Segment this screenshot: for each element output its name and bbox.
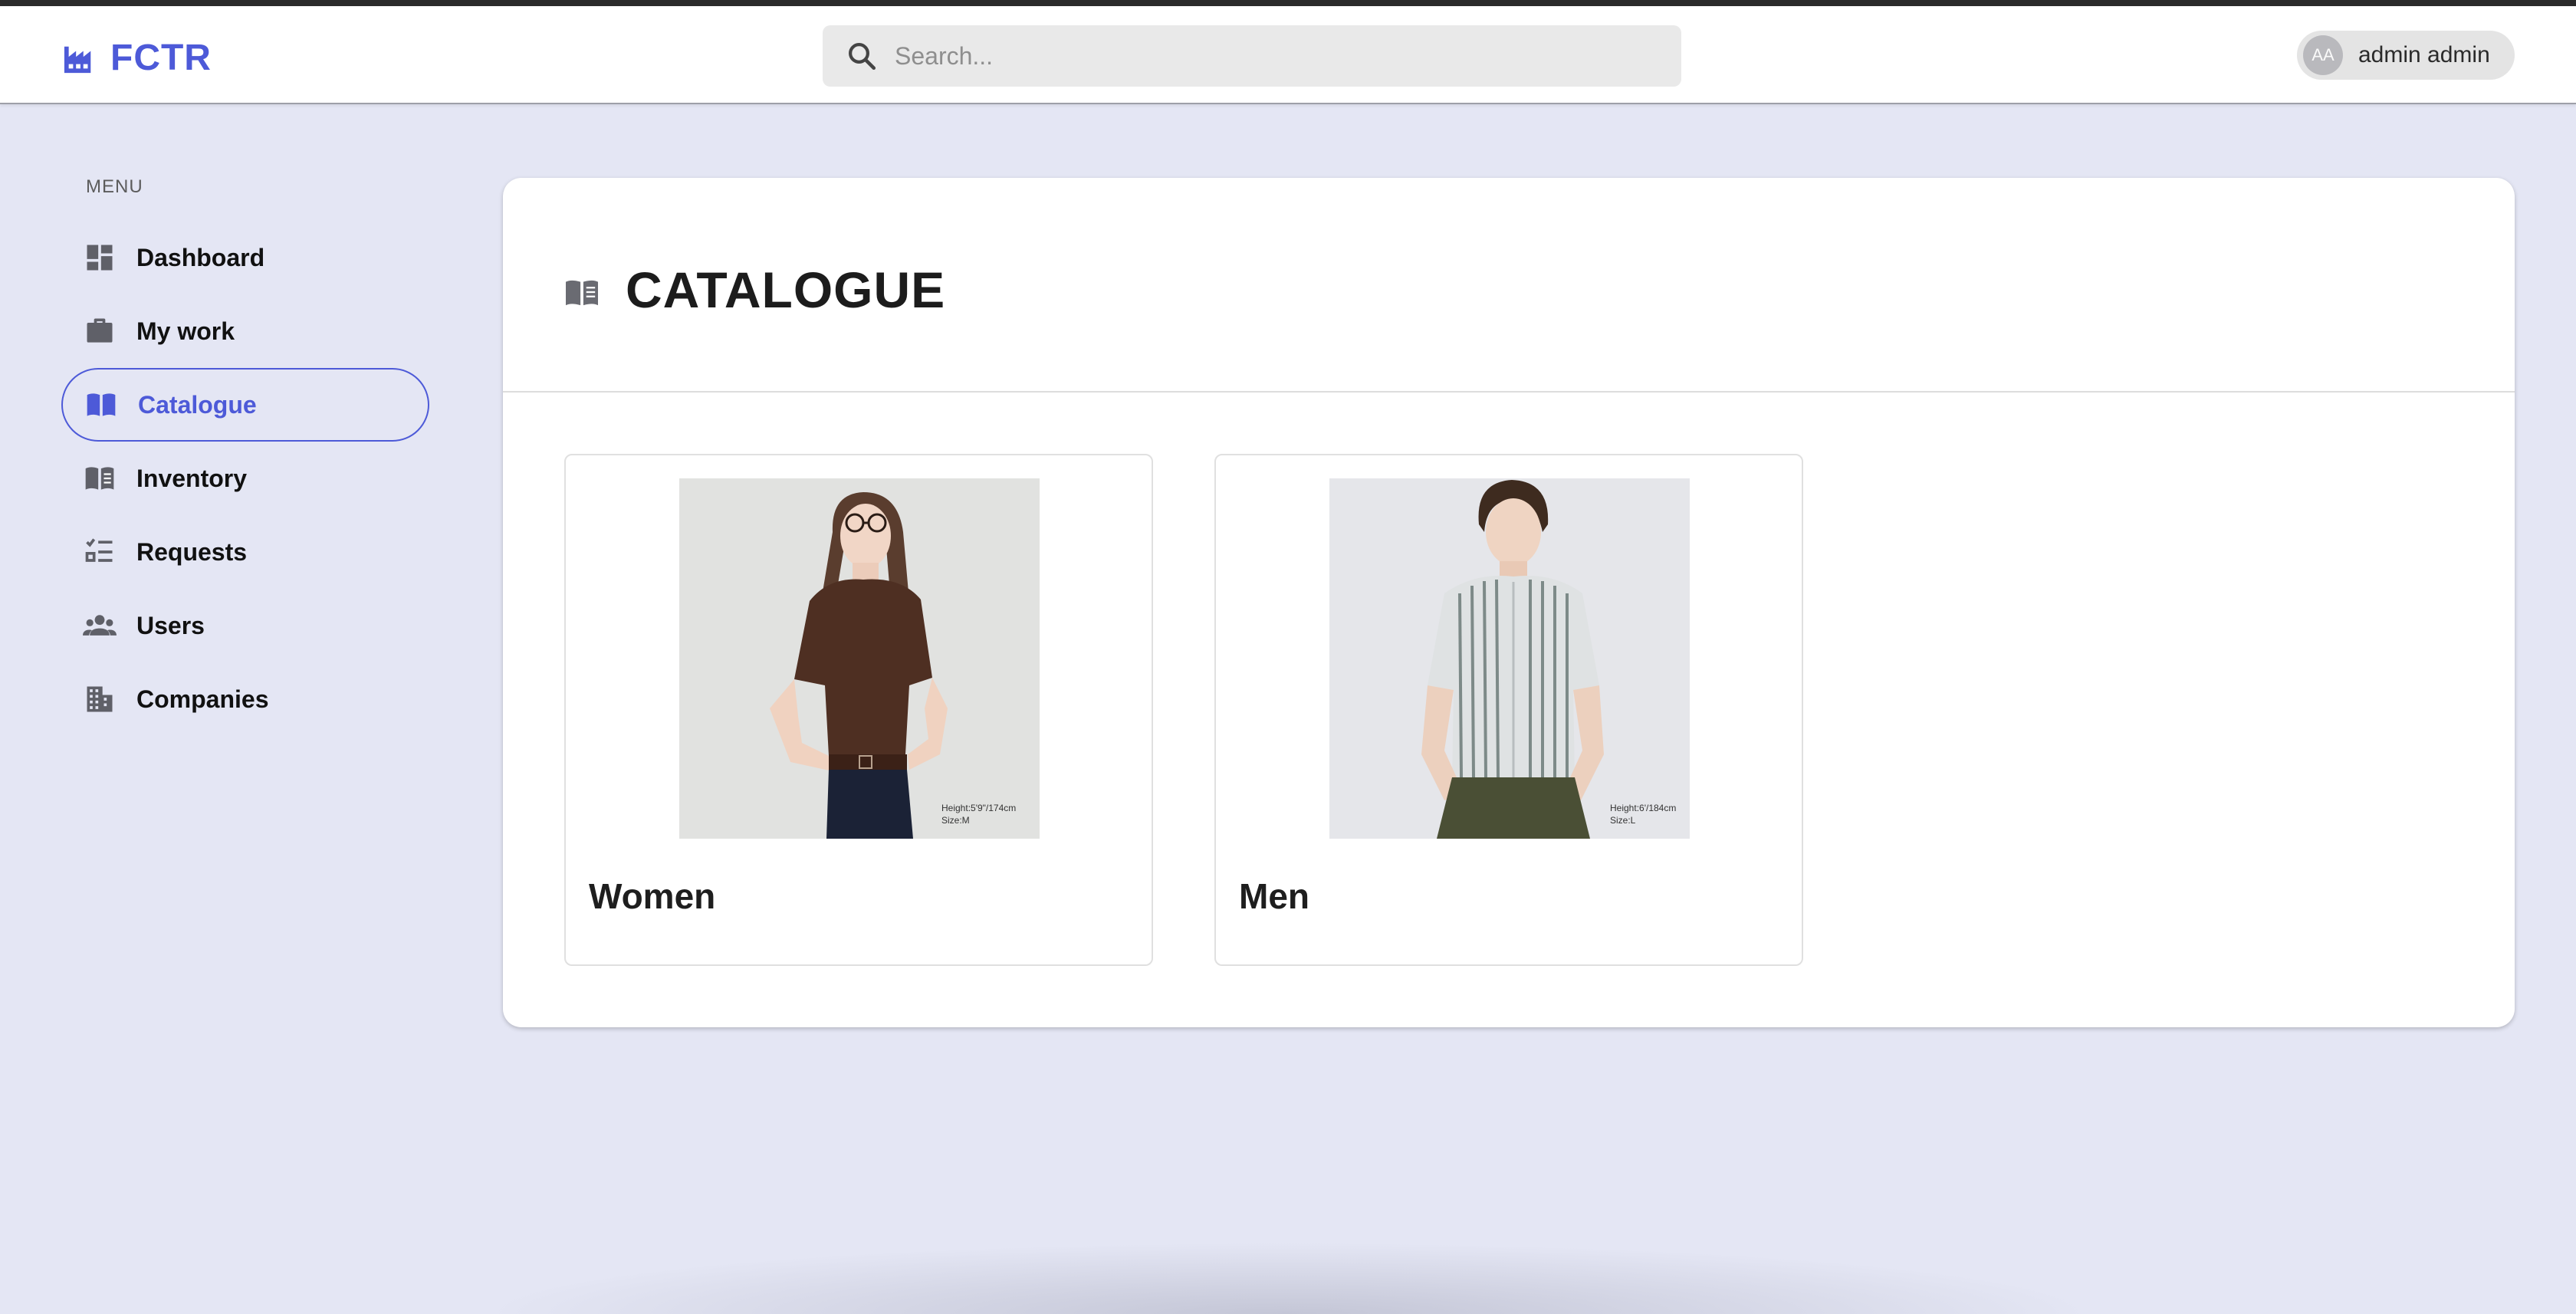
women-image-caption: Height:5'9"/174cm Size:M — [941, 803, 1017, 826]
briefcase-icon — [87, 318, 113, 343]
sidebar-item-my-work[interactable]: My work — [61, 294, 429, 368]
book-icon — [85, 467, 114, 490]
category-card-men[interactable]: Height:6'/184cm Size:L Men — [1214, 454, 1803, 966]
search-bar[interactable] — [823, 25, 1681, 87]
brand-name: FCTR — [110, 38, 212, 78]
sidebar-item-companies[interactable]: Companies — [61, 662, 429, 736]
category-card-women[interactable]: Height:5'9"/174cm Size:M Women — [564, 454, 1153, 966]
checklist-icon — [85, 538, 113, 562]
category-label: Men — [1239, 876, 1309, 916]
brand-logo[interactable]: FCTR — [61, 37, 212, 79]
men-category-image: Height:6'/184cm Size:L — [1329, 478, 1690, 839]
window-top-border — [0, 0, 2576, 6]
category-label: Women — [589, 876, 716, 916]
sidebar-item-requests[interactable]: Requests — [61, 515, 429, 589]
catalogue-panel: CATALOGUE Height:5'9"/174cm Size:M Women… — [503, 178, 2515, 1027]
bottom-shadow — [475, 1242, 2101, 1314]
search-icon — [849, 43, 876, 71]
sidebar-item-catalogue[interactable]: Catalogue — [61, 368, 429, 442]
sidebar-item-label: Inventory — [136, 464, 248, 492]
dashboard-icon — [87, 245, 113, 271]
user-menu[interactable]: AA admin admin — [2297, 31, 2515, 80]
women-category-image: Height:5'9"/174cm Size:M — [679, 478, 1040, 839]
open-book-icon — [87, 393, 116, 416]
building-icon — [87, 686, 113, 712]
sidebar-item-label: My work — [136, 317, 235, 345]
sidebar-item-label: Companies — [136, 685, 269, 713]
panel-header: CATALOGUE — [503, 178, 2515, 393]
book-icon — [566, 280, 598, 306]
sidebar-item-label: Dashboard — [136, 243, 265, 271]
sidebar-item-dashboard[interactable]: Dashboard — [61, 221, 429, 294]
sidebar-item-label: Requests — [136, 537, 248, 566]
sidebar-item-label: Catalogue — [138, 390, 257, 419]
search-input[interactable] — [895, 41, 1661, 71]
users-icon — [83, 615, 117, 636]
factory-icon — [64, 46, 91, 73]
avatar: AA — [2303, 35, 2343, 75]
user-name: admin admin — [2358, 42, 2490, 67]
men-image-caption: Height:6'/184cm Size:L — [1610, 803, 1677, 826]
sidebar-item-users[interactable]: Users — [61, 589, 429, 662]
menu-heading: MENU — [86, 176, 143, 197]
sidebar-nav: Dashboard My work Catalogue Inventory Re… — [61, 221, 429, 736]
page-title: CATALOGUE — [626, 261, 946, 318]
top-bar: FCTR AA admin admin — [0, 6, 2576, 104]
sidebar-item-inventory[interactable]: Inventory — [61, 442, 429, 515]
sidebar-item-label: Users — [136, 611, 205, 639]
